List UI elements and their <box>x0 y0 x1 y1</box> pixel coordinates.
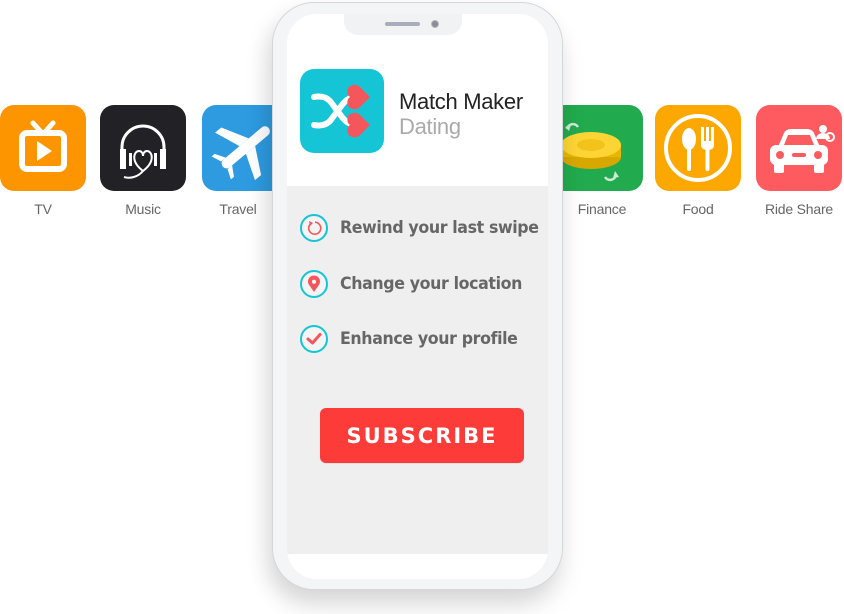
plate-spoon-fork-icon <box>655 105 741 191</box>
feature-item: Rewind your last swipe <box>300 212 548 244</box>
app-subtitle: Dating <box>399 114 461 139</box>
checkmark-icon <box>300 325 328 353</box>
coin-icon <box>557 105 643 191</box>
app-music[interactable]: Music <box>100 105 186 217</box>
feature-list: Rewind your last swipe Change your locat… <box>287 186 548 554</box>
app-label: Music <box>125 201 161 217</box>
app-rideshare[interactable]: Ride Share <box>756 105 842 217</box>
headphones-heart-icon <box>100 105 186 191</box>
app-label: TV <box>34 201 52 217</box>
app-food[interactable]: Food <box>655 105 741 217</box>
location-pin-icon <box>300 270 328 298</box>
app-label: Food <box>682 201 714 217</box>
feature-item: Change your location <box>300 268 536 300</box>
app-title: Match Maker <box>399 89 523 114</box>
feature-label: Change your location <box>340 274 523 294</box>
feature-label: Rewind your last swipe <box>340 218 539 238</box>
car-icon <box>756 105 842 191</box>
shuffle-hearts-icon <box>300 69 384 153</box>
screen-footer <box>287 554 548 579</box>
app-header: Match Maker Dating <box>287 14 548 186</box>
speaker-icon <box>385 22 420 26</box>
feature-item: Enhance your profile <box>300 323 531 355</box>
feature-label: Enhance your profile <box>340 329 518 349</box>
app-label: Finance <box>577 201 627 217</box>
phone-screen: Match Maker Dating Rewind your last swip… <box>287 14 548 579</box>
subscribe-button[interactable]: SUBSCRIBE <box>320 408 524 463</box>
rewind-icon <box>300 214 328 242</box>
camera-icon <box>431 20 439 28</box>
phone-notch <box>344 14 462 35</box>
phone-mockup: Match Maker Dating Rewind your last swip… <box>272 2 563 590</box>
app-tv[interactable]: TV <box>0 105 86 217</box>
app-finance[interactable]: Finance <box>557 105 643 217</box>
app-label: Ride Share <box>764 201 834 217</box>
tv-icon <box>0 105 86 191</box>
